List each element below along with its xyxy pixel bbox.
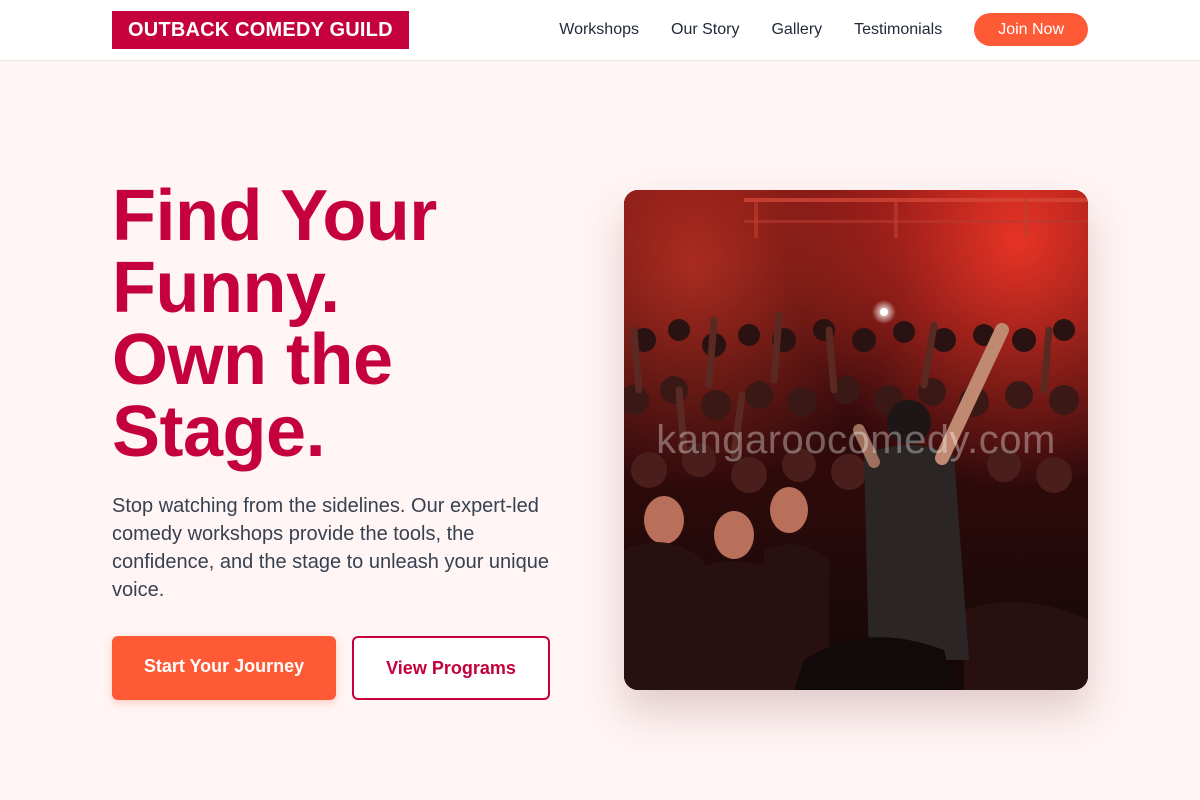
view-programs-button[interactable]: View Programs (352, 636, 550, 700)
start-journey-button[interactable]: Start Your Journey (112, 636, 336, 700)
site-header: OUTBACK COMEDY GUILD Workshops Our Story… (0, 0, 1200, 61)
site-logo[interactable]: OUTBACK COMEDY GUILD (112, 11, 409, 49)
nav-testimonials[interactable]: Testimonials (854, 21, 942, 39)
join-now-button[interactable]: Join Now (974, 13, 1088, 46)
hero-title-line: Stage. (112, 392, 326, 472)
main-nav: Workshops Our Story Gallery Testimonials… (559, 13, 1088, 46)
hero-title-line: Funny. (112, 248, 340, 328)
image-watermark: kangaroocomedy.com (656, 418, 1056, 462)
hero-title-line: Find Your (112, 176, 437, 256)
nav-gallery[interactable]: Gallery (771, 21, 822, 39)
nav-workshops[interactable]: Workshops (559, 21, 639, 39)
hero-title-line: Own the (112, 320, 393, 400)
hero-concert-image: kangaroocomedy.com (624, 190, 1088, 690)
hero-description: Stop watching from the sidelines. Our ex… (112, 495, 549, 601)
hero-title: Find Your Funny. Own the Stage. (112, 180, 582, 468)
nav-our-story[interactable]: Our Story (671, 21, 739, 39)
